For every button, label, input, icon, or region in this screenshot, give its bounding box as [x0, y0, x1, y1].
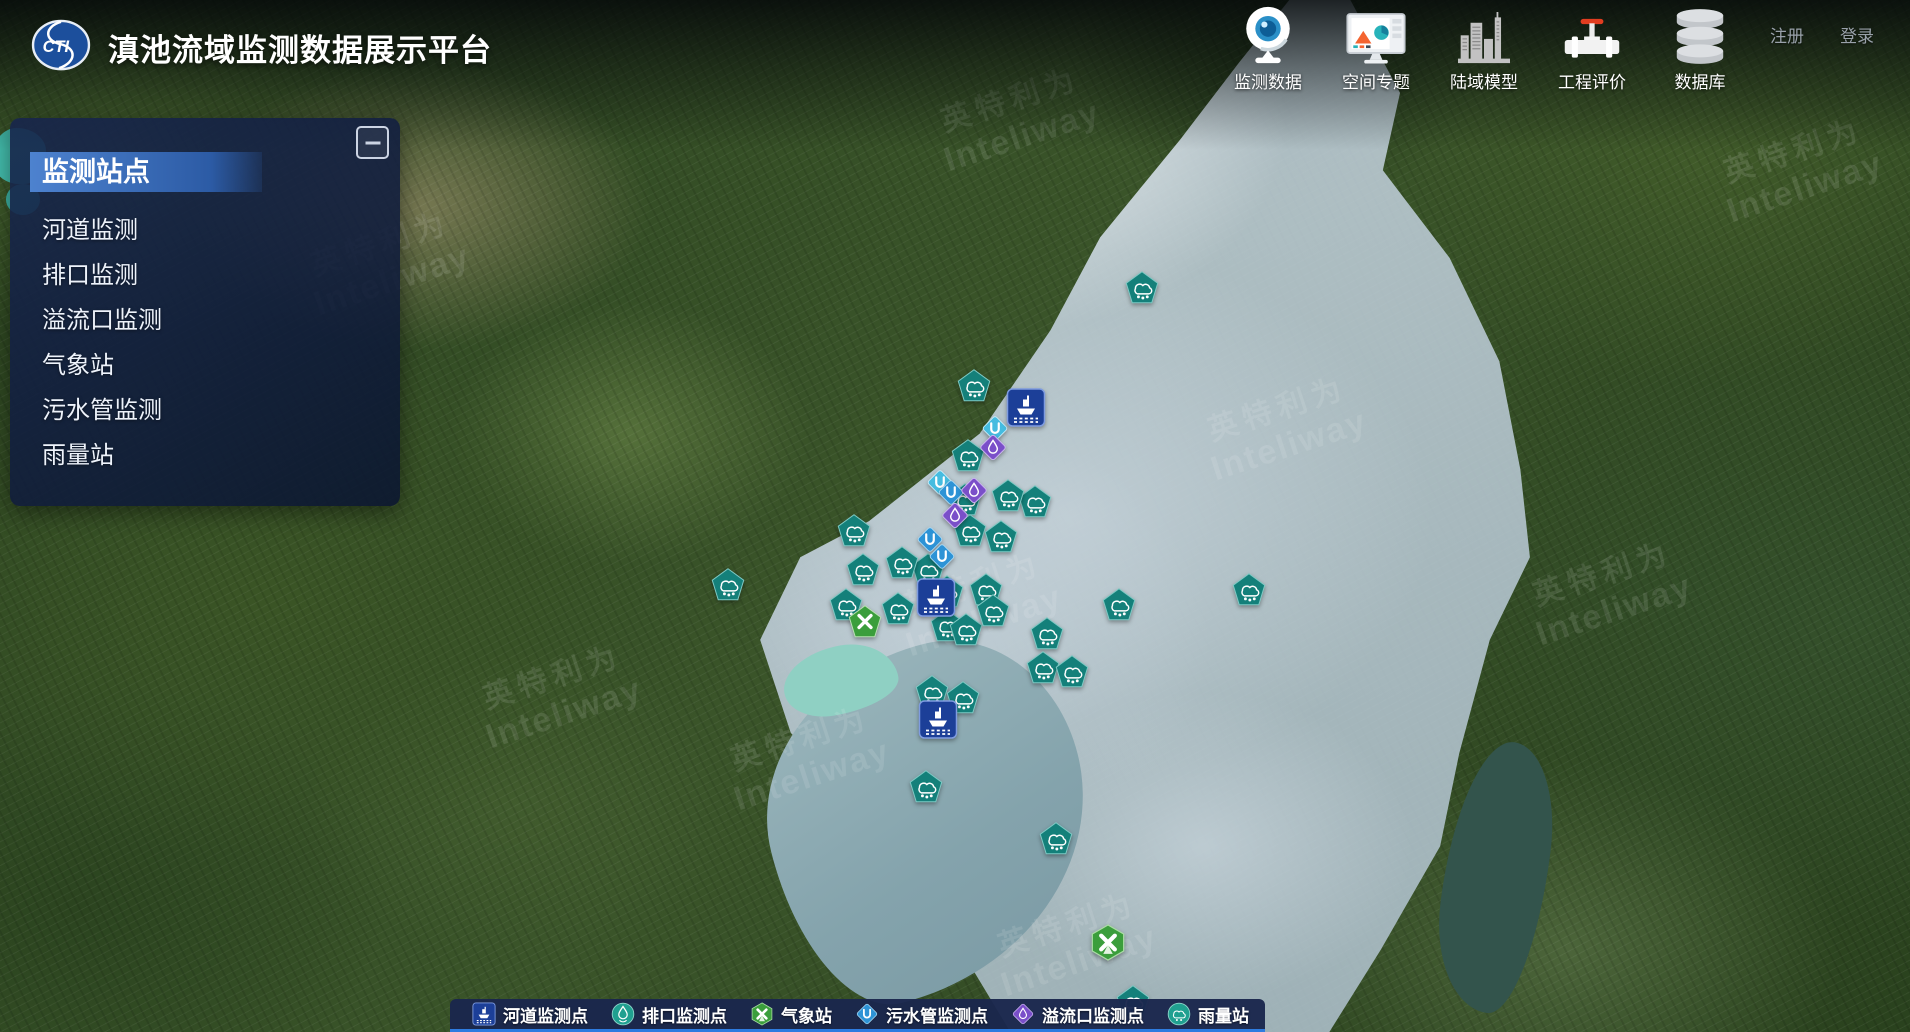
sewer-pipe-icon [855, 1002, 879, 1026]
map-legend-bar: 河道监测点 排口监测点 气象站 污水管监测点 [450, 999, 1265, 1032]
database-icon [1674, 4, 1726, 66]
sidebar-item-sewer[interactable]: 污水管监测 [42, 388, 400, 433]
rain-gauge-marker[interactable] [1125, 270, 1159, 309]
city-buildings-icon [1458, 4, 1510, 66]
nav-label: 陆域模型 [1450, 68, 1518, 93]
nav-item-spatial-theme[interactable]: 空间专题 [1332, 4, 1420, 93]
overflow-outlet-marker[interactable] [940, 501, 970, 536]
nav-label: 空间专题 [1342, 68, 1410, 93]
legend-label: 河道监测点 [503, 1002, 588, 1027]
sidebar-item-overflow[interactable]: 溢流口监测 [42, 298, 400, 343]
weather-station-marker[interactable] [848, 605, 882, 644]
legend-label: 溢流口监测点 [1042, 1002, 1144, 1027]
svg-text:CTI: CTI [43, 38, 70, 56]
rain-gauge-marker[interactable] [1039, 822, 1073, 861]
legend-rain-gauge[interactable]: 雨量站 [1167, 1002, 1249, 1027]
legend-sewer-pipe-station[interactable]: 污水管监测点 [855, 1002, 988, 1027]
station-type-list: 河道监测 排口监测 溢流口监测 气象站 污水管监测 雨量站 [10, 208, 400, 478]
river-monitor-marker[interactable] [1006, 387, 1046, 432]
river-monitor-marker[interactable] [916, 577, 956, 622]
rain-gauge-marker[interactable] [711, 568, 745, 607]
rain-gauge-marker[interactable] [976, 594, 1010, 633]
rain-gauge-marker[interactable] [1055, 654, 1089, 693]
login-link[interactable]: 登录 [1840, 22, 1874, 47]
sidebar-item-river[interactable]: 河道监测 [42, 208, 400, 253]
river-station-icon [472, 1002, 496, 1026]
rain-gauge-marker[interactable] [991, 479, 1025, 518]
legend-overflow-station[interactable]: 溢流口监测点 [1011, 1002, 1144, 1027]
pipe-valve-icon [1563, 4, 1621, 66]
legend-label: 排口监测点 [642, 1002, 727, 1027]
auth-links: 注册 登录 [1770, 22, 1874, 47]
nav-item-monitor-data[interactable]: 监测数据 [1224, 4, 1312, 93]
legend-label: 污水管监测点 [886, 1002, 988, 1027]
monitor-station-panel: 监测站点 河道监测 排口监测 溢流口监测 气象站 污水管监测 雨量站 [10, 118, 400, 506]
rain-gauge-marker[interactable] [881, 591, 915, 630]
overflow-station-icon [1011, 1002, 1035, 1026]
weather-station-marker[interactable] [1089, 924, 1127, 967]
webcam-icon [1239, 4, 1297, 66]
sidebar-item-rain[interactable]: 雨量站 [42, 433, 400, 478]
legend-outlet-station[interactable]: 排口监测点 [611, 1002, 727, 1027]
app-root: 英特利为Inteliway英特利为Inteliway英特利为Inteliway英… [0, 0, 1910, 1032]
legend-river-station[interactable]: 河道监测点 [472, 1002, 588, 1027]
legend-label: 气象站 [781, 1002, 832, 1027]
rain-gauge-marker[interactable] [846, 552, 880, 591]
legend-weather-station[interactable]: 气象站 [750, 1002, 832, 1027]
legend-label: 雨量站 [1198, 1002, 1249, 1027]
monitor-chart-icon [1346, 4, 1406, 66]
rain-gauge-marker[interactable] [885, 545, 919, 584]
rain-gauge-marker[interactable] [957, 369, 991, 408]
sewer-pipe-marker[interactable] [927, 542, 956, 576]
nav-label: 数据库 [1675, 68, 1726, 93]
river-monitor-marker[interactable] [918, 700, 958, 745]
sidebar-item-weather[interactable]: 气象站 [42, 343, 400, 388]
register-link[interactable]: 注册 [1770, 22, 1804, 47]
nav-item-project-eval[interactable]: 工程评价 [1548, 4, 1636, 93]
rain-gauge-marker[interactable] [909, 770, 943, 809]
overflow-outlet-marker[interactable] [978, 432, 1008, 467]
rain-gauge-icon [1167, 1002, 1191, 1026]
outlet-station-icon [611, 1002, 635, 1026]
weather-station-icon [750, 1002, 774, 1026]
sidebar-item-outlet[interactable]: 排口监测 [42, 253, 400, 298]
rain-gauge-marker[interactable] [1232, 573, 1266, 612]
nav-item-database[interactable]: 数据库 [1656, 4, 1744, 93]
nav-label: 工程评价 [1558, 68, 1626, 93]
top-navigation: 监测数据 空间专题 [1224, 4, 1744, 93]
rain-gauge-marker[interactable] [1102, 587, 1136, 626]
nav-label: 监测数据 [1234, 68, 1302, 93]
rain-gauge-marker[interactable] [984, 519, 1018, 558]
rain-gauge-marker[interactable] [837, 513, 871, 552]
company-logo-icon: CTI [30, 18, 92, 77]
page-title: 滇池流域监测数据展示平台 [108, 25, 492, 70]
brand: CTI 滇池流域监测数据展示平台 [30, 18, 492, 77]
collapse-panel-icon[interactable] [356, 126, 389, 159]
panel-header: 监测站点 [30, 152, 262, 192]
nav-item-land-model[interactable]: 陆域模型 [1440, 4, 1528, 93]
